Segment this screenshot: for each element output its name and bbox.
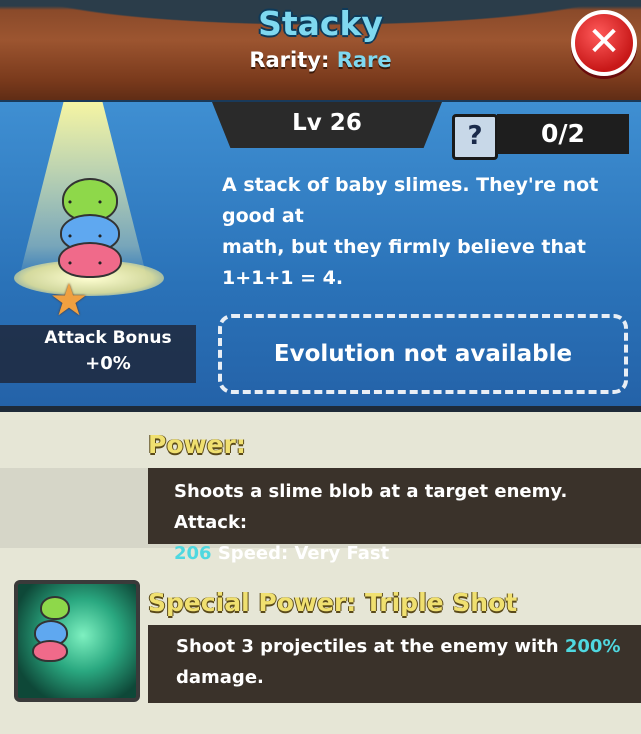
count-value: 0/2 xyxy=(541,119,585,148)
tower-title: Stacky xyxy=(258,4,383,43)
pink-slime-icon: • • xyxy=(58,242,122,278)
question-icon: ? xyxy=(467,121,483,151)
special-text-line-2: damage. xyxy=(176,667,264,688)
rarity-label: Rarity: xyxy=(249,48,330,72)
level-label: Lv 26 xyxy=(292,110,362,136)
rarity-line: Rarity: Rare xyxy=(0,48,641,72)
close-icon: ✕ xyxy=(587,19,621,65)
count-box: 0/2 xyxy=(497,114,629,154)
attack-bonus-value: +0% xyxy=(85,353,131,374)
panel-divider xyxy=(0,406,641,412)
attack-bonus-label: Attack Bonus xyxy=(44,328,172,348)
tower-info-screen: Stacky Rarity: Rare ✕ • • • • • • ★ Lv 2… xyxy=(0,0,641,734)
info-panel: • • • • • • ★ Lv 26 ? 0/2 A stack of bab… xyxy=(0,100,641,408)
speed-text: Speed: Very Fast xyxy=(211,543,390,564)
power-text-line-2: 206 Speed: Very Fast xyxy=(174,538,641,569)
power-text-line-1: Shoots a slime blob at a target enemy. A… xyxy=(174,481,568,533)
star-icon: ★ xyxy=(49,275,89,326)
special-highlight: 200% xyxy=(564,636,621,657)
thumb-pink-slime-icon xyxy=(32,640,68,662)
description-line-1: A stack of baby slimes. They're not good… xyxy=(222,174,599,227)
special-power-description: Shoot 3 projectiles at the enemy with 20… xyxy=(148,625,641,703)
special-text-line-1: Shoot 3 projectiles at the enemy with 20… xyxy=(176,631,641,662)
special-power-thumbnail xyxy=(14,580,140,702)
power-description: Shoots a slime blob at a target enemy. A… xyxy=(148,468,641,564)
special-power-heading: Special Power: Triple Shot xyxy=(148,588,518,617)
evolution-slot[interactable]: Evolution not available xyxy=(218,314,628,394)
power-heading: Power: xyxy=(148,430,246,459)
description-line-2: math, but they firmly believe that 1+1+1… xyxy=(222,236,586,289)
close-button[interactable]: ✕ xyxy=(571,10,637,76)
evolution-text: Evolution not available xyxy=(273,341,573,367)
rarity-value: Rare xyxy=(336,48,392,72)
header-banner: Stacky Rarity: Rare ✕ xyxy=(0,0,641,104)
thumb-green-slime-icon xyxy=(40,596,70,620)
special-text-pre: Shoot 3 projectiles at the enemy with xyxy=(176,636,565,657)
help-button[interactable]: ? xyxy=(452,114,498,160)
attack-bonus-panel: Attack Bonus +0% xyxy=(0,325,196,383)
tower-description: A stack of baby slimes. They're not good… xyxy=(222,170,632,294)
attack-value: 206 xyxy=(174,543,212,564)
